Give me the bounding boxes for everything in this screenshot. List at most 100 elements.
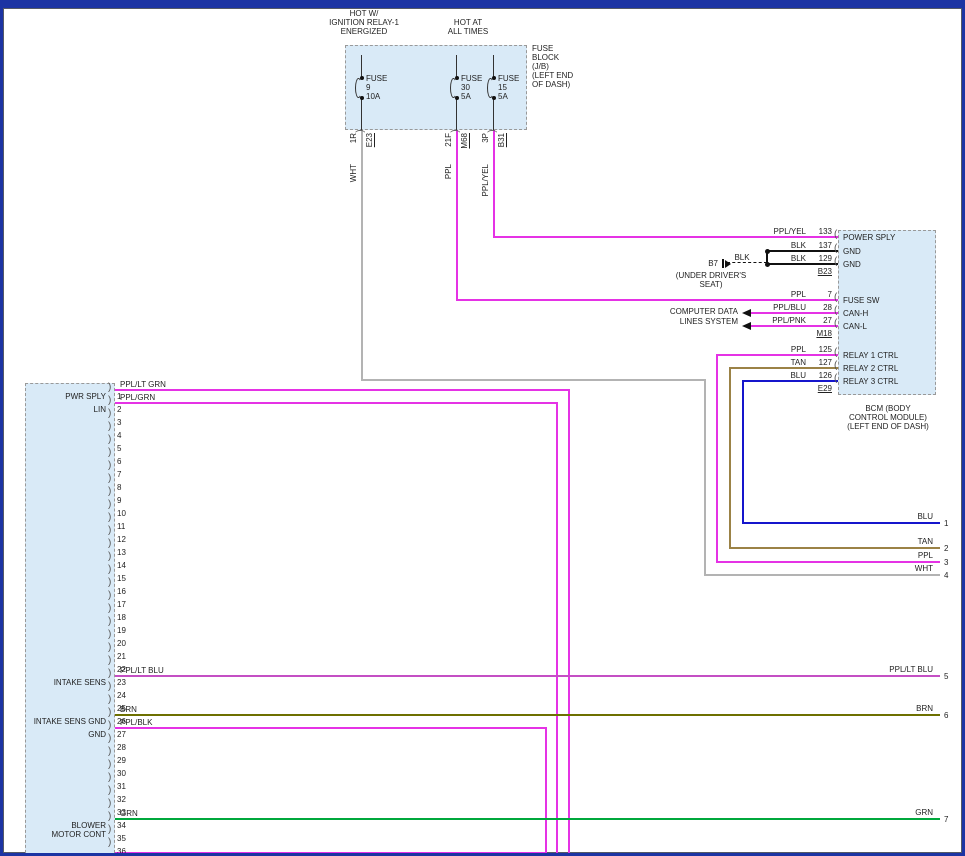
wire-blu-relay3 — [742, 380, 744, 524]
wire-ppl-lt-grn — [568, 389, 570, 856]
pin-number: 12 — [117, 535, 126, 544]
pin-number: 23 — [117, 678, 126, 687]
pin-bracket-icon: ) — [108, 708, 111, 718]
pin-bracket-icon: ( — [834, 230, 837, 240]
wire-ppl-yel — [493, 130, 495, 238]
wire-ppl-blu — [751, 312, 838, 314]
wire-label: PPL/LT GRN — [120, 380, 166, 389]
wire-label: TAN — [748, 358, 806, 367]
arrow-left-icon — [742, 309, 751, 317]
wire-ppl-yel — [493, 236, 838, 238]
pin-number: 16 — [117, 587, 126, 596]
fuse-pin-id: 1R — [349, 133, 359, 143]
wire-ppl-grn — [556, 402, 558, 856]
fuse-lead — [456, 98, 457, 130]
wire-blk — [767, 250, 838, 252]
pin-number: 19 — [117, 626, 126, 635]
pin-bracket-icon: ) — [108, 539, 111, 549]
pin-number: 133 — [810, 227, 832, 236]
ground-location-label: (UNDER DRIVER'S SEAT) — [656, 271, 766, 289]
pin-number: 30 — [117, 769, 126, 778]
pin-bracket-icon: ) — [108, 409, 111, 419]
pin-label: INTAKE SENS — [26, 678, 106, 687]
bcm-pin-label: CAN-H — [843, 309, 868, 318]
pin-number: 20 — [117, 639, 126, 648]
circuit-number: 2 — [944, 544, 948, 553]
pin-bracket-icon: ) — [108, 487, 111, 497]
bcm-pin-label: RELAY 2 CTRL — [843, 364, 898, 373]
pin-bracket-icon: ( — [834, 244, 837, 254]
pin-bracket-icon: ) — [108, 825, 111, 835]
bcm-pin-label: GND — [843, 260, 861, 269]
wire-label: BLU — [845, 512, 933, 521]
pin-bracket-icon: ( — [834, 306, 837, 316]
pin-bracket-icon: ) — [108, 656, 111, 666]
wire-label: PPL/PNK — [748, 316, 806, 325]
fuse-block-caption: FUSE BLOCK (J/B) (LEFT END OF DASH) — [532, 44, 573, 89]
junction-dot — [765, 262, 770, 267]
wire-label: BRN — [845, 704, 933, 713]
junction-dot — [455, 76, 459, 80]
pin-number: 8 — [117, 483, 121, 492]
pin-number: 127 — [810, 358, 832, 367]
fuse-lead — [361, 98, 362, 130]
pin-label: BLOWER MOTOR CONT — [26, 821, 106, 839]
pin-number: 15 — [117, 574, 126, 583]
pin-bracket-icon: ) — [108, 578, 111, 588]
wire-ppl-lt-blu — [115, 675, 940, 677]
pin-number: 27 — [810, 316, 832, 325]
pin-bracket-icon: ( — [834, 361, 837, 371]
pin-bracket-icon: ) — [108, 461, 111, 471]
wire-label: PPL/LT BLU — [120, 666, 164, 675]
pin-number: 125 — [810, 345, 832, 354]
fuse-pin-id: 21F — [444, 133, 454, 147]
pin-number: 34 — [117, 821, 126, 830]
pin-bracket-icon: ) — [108, 721, 111, 731]
fuse-element-icon — [355, 78, 362, 98]
pin-bracket-icon: ) — [108, 422, 111, 432]
pin-bracket-icon: ) — [108, 669, 111, 679]
pin-bracket-icon: ) — [108, 799, 111, 809]
pin-label: INTAKE SENS GND — [26, 717, 106, 726]
pin-bracket-icon: ) — [108, 474, 111, 484]
bcm-pin-label: GND — [843, 247, 861, 256]
pin-number: 31 — [117, 782, 126, 791]
wire-label: PPL — [748, 290, 806, 299]
wire-ppl-grn — [115, 402, 558, 404]
pin-number: 13 — [117, 548, 126, 557]
pin-bracket-icon: ) — [108, 630, 111, 640]
fuse-lead — [493, 98, 494, 130]
wire-label: PPL/YEL — [481, 164, 491, 196]
pin-bracket-icon: ( — [834, 319, 837, 329]
wire-label: PPL — [444, 164, 454, 179]
pin-number: 29 — [117, 756, 126, 765]
pin-number: 35 — [117, 834, 126, 843]
junction-dot — [492, 76, 496, 80]
connector-code: M18 — [810, 329, 832, 338]
pin-number: 21 — [117, 652, 126, 661]
pin-bracket-icon: ) — [108, 617, 111, 627]
pin-bracket-icon: ) — [108, 734, 111, 744]
pin-bracket-icon: ) — [108, 773, 111, 783]
pin-number: 28 — [117, 743, 126, 752]
fuse-pin-id: 3P — [481, 133, 491, 143]
wire-wht — [704, 379, 706, 576]
circuit-number: 6 — [944, 711, 948, 720]
pin-bracket-icon: ) — [108, 383, 111, 393]
circuit-number: 7 — [944, 815, 948, 824]
wire-label: PPL — [748, 345, 806, 354]
circuit-number: 5 — [944, 672, 948, 681]
pin-label: LIN — [26, 405, 106, 414]
wire-label: BLU — [748, 371, 806, 380]
pin-bracket-icon: ) — [108, 695, 111, 705]
window-left-edge — [0, 0, 3, 856]
pin-bracket-icon: ) — [108, 682, 111, 692]
junction-dot — [492, 96, 496, 100]
pin-bracket-icon: ( — [834, 348, 837, 358]
pin-number: 27 — [117, 730, 126, 739]
wire-brn — [115, 714, 940, 716]
wire-label: PPL/GRN — [120, 393, 155, 402]
arrow-left-icon — [742, 322, 751, 330]
wire-label: PPL/YEL — [748, 227, 806, 236]
wire-tan-relay2 — [729, 367, 838, 369]
